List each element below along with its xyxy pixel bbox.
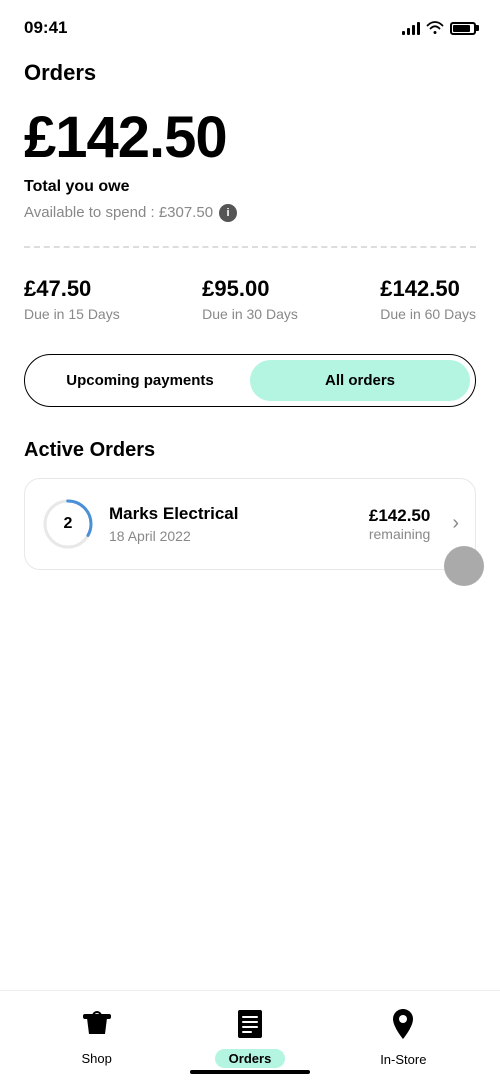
home-indicator [190, 1070, 310, 1074]
order-progress: 2 [41, 497, 95, 551]
due-item-60: £142.50 Due in 60 Days [380, 276, 476, 322]
status-time: 09:41 [24, 18, 67, 38]
nav-label-shop: Shop [81, 1051, 111, 1066]
battery-icon [450, 22, 476, 35]
order-merchant: Marks Electrical [109, 504, 355, 524]
due-amounts: £47.50 Due in 15 Days £95.00 Due in 30 D… [24, 276, 476, 322]
nav-item-instore[interactable]: In-Store [327, 1009, 480, 1067]
page-title: Orders [24, 60, 476, 86]
toggle-container: Upcoming payments All orders [24, 354, 476, 407]
nav-label-instore: In-Store [380, 1052, 426, 1067]
divider [24, 246, 476, 248]
total-label: Total you owe [24, 178, 476, 196]
signal-icon [402, 21, 420, 35]
upcoming-payments-btn[interactable]: Upcoming payments [30, 360, 250, 401]
nav-label-orders: Orders [215, 1049, 286, 1068]
instore-icon [390, 1009, 416, 1046]
due-amount-30: £95.00 [202, 276, 298, 302]
due-amount-60: £142.50 [380, 276, 476, 302]
due-amount-15: £47.50 [24, 276, 120, 302]
active-orders-title: Active Orders [24, 439, 476, 462]
available-spend: Available to spend : £307.50 i [24, 204, 476, 222]
order-remaining: remaining [369, 526, 430, 542]
total-amount: £142.50 [24, 106, 476, 170]
active-orders-section: Active Orders 2 Marks Electrical 18 Apri… [24, 439, 476, 570]
status-icons [402, 20, 476, 37]
orders-icon [236, 1008, 264, 1043]
due-item-30: £95.00 Due in 30 Days [202, 276, 298, 322]
order-chevron-icon: › [452, 512, 459, 535]
order-info: Marks Electrical 18 April 2022 [109, 504, 355, 544]
order-amount: £142.50 [369, 506, 430, 526]
bottom-nav: Shop Orders In-Store [0, 990, 500, 1080]
due-label-60: Due in 60 Days [380, 306, 476, 322]
order-card-wrapper: 2 Marks Electrical 18 April 2022 £142.50… [24, 478, 476, 570]
info-icon[interactable]: i [219, 204, 237, 222]
nav-item-shop[interactable]: Shop [20, 1010, 173, 1066]
order-amount-section: £142.50 remaining [369, 506, 430, 542]
due-item-15: £47.50 Due in 15 Days [24, 276, 120, 322]
due-label-15: Due in 15 Days [24, 306, 120, 322]
order-card[interactable]: 2 Marks Electrical 18 April 2022 £142.50… [24, 478, 476, 570]
progress-number: 2 [64, 515, 73, 533]
nav-item-orders[interactable]: Orders [173, 1008, 326, 1068]
main-content: Orders £142.50 Total you owe Available t… [0, 50, 500, 570]
due-label-30: Due in 30 Days [202, 306, 298, 322]
shop-icon [83, 1010, 111, 1045]
wifi-icon [426, 20, 444, 37]
status-bar: 09:41 [0, 0, 500, 50]
order-date: 18 April 2022 [109, 528, 355, 544]
all-orders-btn[interactable]: All orders [250, 360, 470, 401]
scroll-indicator [444, 546, 484, 586]
